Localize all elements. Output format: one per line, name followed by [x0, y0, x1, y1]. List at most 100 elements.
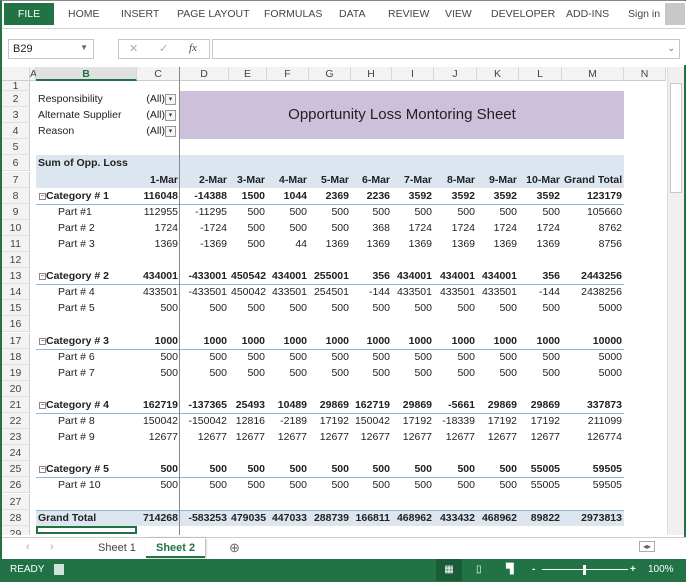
column-header-l[interactable]: L	[519, 67, 562, 81]
pivot-value-cell[interactable]: 1369	[309, 236, 351, 252]
pivot-value-cell[interactable]: 211099	[562, 413, 624, 429]
row-header-9[interactable]: 9	[2, 203, 30, 220]
filter-value[interactable]: (All)	[137, 107, 167, 123]
pivot-value-cell[interactable]: 500	[434, 349, 477, 365]
pivot-value-cell[interactable]: 500	[392, 349, 434, 365]
pivot-value-cell[interactable]: 2369	[309, 188, 351, 204]
column-header-i[interactable]: I	[392, 67, 434, 81]
pivot-value-cell[interactable]: 1000	[267, 333, 309, 349]
zoom-slider-handle[interactable]	[583, 565, 586, 575]
column-header-e[interactable]: E	[229, 67, 267, 81]
pivot-value-cell[interactable]: 12677	[351, 429, 392, 445]
collapse-icon[interactable]: −	[39, 337, 46, 345]
pivot-column-header[interactable]: 9-Mar	[477, 172, 519, 188]
pivot-value-cell[interactable]: 1369	[392, 236, 434, 252]
pivot-value-cell[interactable]: 255001	[309, 268, 351, 284]
row-header-10[interactable]: 10	[2, 219, 30, 236]
pivot-column-header[interactable]: 10-Mar	[519, 172, 562, 188]
filter-dropdown-button[interactable]: ▾	[165, 109, 176, 121]
filter-value[interactable]: (All)	[137, 123, 167, 139]
pivot-value-cell[interactable]: 29869	[309, 397, 351, 413]
pivot-value-cell[interactable]: 1369	[477, 236, 519, 252]
pivot-value-cell[interactable]: 500	[137, 349, 180, 365]
pivot-value-cell[interactable]: 29869	[519, 397, 562, 413]
normal-view-icon[interactable]: ▦	[436, 559, 462, 581]
pivot-value-cell[interactable]: 3592	[477, 188, 519, 204]
pivot-value-cell[interactable]: 500	[519, 349, 562, 365]
pivot-value-cell[interactable]: 337873	[562, 397, 624, 413]
pivot-value-cell[interactable]: 500	[351, 461, 392, 477]
pivot-value-cell[interactable]: 500	[229, 220, 267, 236]
pivot-value-cell[interactable]: 123179	[562, 188, 624, 204]
pivot-column-header[interactable]: 6-Mar	[351, 172, 392, 188]
name-box[interactable]: B29 ▼	[8, 39, 94, 59]
tab-home[interactable]: HOME	[68, 8, 100, 20]
pivot-value-cell[interactable]: 3592	[519, 188, 562, 204]
pivot-value-cell[interactable]: 433501	[434, 284, 477, 300]
row-header-28[interactable]: 28	[2, 509, 30, 526]
pivot-value-cell[interactable]: 1000	[392, 333, 434, 349]
pivot-value-cell[interactable]: 1000	[519, 333, 562, 349]
pivot-value-cell[interactable]: 126774	[562, 429, 624, 445]
tab-formulas[interactable]: FORMULAS	[264, 8, 322, 20]
tab-data[interactable]: DATA	[339, 8, 365, 20]
row-label-part[interactable]: Part # 7	[36, 365, 137, 381]
row-label-part[interactable]: Part #1	[36, 204, 137, 220]
row-label-category[interactable]: Category # 5	[36, 461, 137, 477]
row-label-category[interactable]: Category # 2	[36, 268, 137, 284]
pivot-value-cell[interactable]: 500	[229, 300, 267, 316]
chevron-down-icon[interactable]: ▼	[80, 43, 88, 52]
pivot-value-cell[interactable]: 150042	[351, 413, 392, 429]
pivot-value-cell[interactable]: 17192	[519, 413, 562, 429]
pivot-value-cell[interactable]: 433501	[267, 284, 309, 300]
tab-developer[interactable]: DEVELOPER	[491, 8, 555, 20]
pivot-value-cell[interactable]: 447033	[267, 510, 309, 526]
pivot-value-cell[interactable]: 12816	[229, 413, 267, 429]
pivot-value-cell[interactable]: 25493	[229, 397, 267, 413]
pivot-column-header[interactable]: Grand Total	[562, 172, 624, 188]
pivot-value-cell[interactable]: 500	[309, 365, 351, 381]
pivot-value-cell[interactable]: 1000	[137, 333, 180, 349]
function-icon[interactable]: fx	[189, 42, 197, 54]
row-header-24[interactable]: 24	[2, 445, 30, 462]
pivot-value-cell[interactable]: 433501	[137, 284, 180, 300]
column-header-b[interactable]: B	[36, 67, 137, 81]
row-header-1[interactable]: 1	[2, 81, 30, 91]
tab-view[interactable]: VIEW	[445, 8, 472, 20]
pivot-value-cell[interactable]: 17192	[477, 413, 519, 429]
pivot-value-cell[interactable]: -14388	[180, 188, 229, 204]
add-sheet-icon[interactable]: ⊕	[229, 540, 240, 556]
pivot-value-cell[interactable]: 500	[309, 477, 351, 493]
pivot-value-cell[interactable]: 5000	[562, 300, 624, 316]
pivot-value-cell[interactable]: 500	[434, 461, 477, 477]
pivot-value-cell[interactable]: -137365	[180, 397, 229, 413]
pivot-value-cell[interactable]: 500	[392, 461, 434, 477]
pivot-value-cell[interactable]: 12677	[519, 429, 562, 445]
collapse-icon[interactable]: −	[39, 401, 46, 409]
pivot-value-cell[interactable]: 714268	[137, 510, 180, 526]
pivot-value-cell[interactable]: 1369	[137, 236, 180, 252]
sheet-tab-2[interactable]: Sheet 2	[146, 538, 206, 558]
pivot-value-cell[interactable]: 500	[477, 204, 519, 220]
pivot-value-cell[interactable]: 1000	[351, 333, 392, 349]
pivot-value-cell[interactable]: 288739	[309, 510, 351, 526]
pivot-value-cell[interactable]: 8762	[562, 220, 624, 236]
pivot-value-cell[interactable]: 5000	[562, 365, 624, 381]
pivot-value-cell[interactable]: 500	[309, 220, 351, 236]
pivot-column-header[interactable]: 7-Mar	[392, 172, 434, 188]
pivot-value-cell[interactable]: 433432	[434, 510, 477, 526]
pivot-value-cell[interactable]: 500	[137, 365, 180, 381]
collapse-icon[interactable]: −	[39, 273, 46, 281]
page-break-view-icon[interactable]: ▜	[506, 559, 514, 581]
pivot-value-cell[interactable]: 356	[351, 268, 392, 284]
pivot-value-cell[interactable]: 500	[309, 300, 351, 316]
row-header-7[interactable]: 7	[2, 171, 30, 188]
pivot-value-cell[interactable]: -150042	[180, 413, 229, 429]
pivot-value-cell[interactable]: 1044	[267, 188, 309, 204]
pivot-value-cell[interactable]: 500	[267, 300, 309, 316]
row-label-category[interactable]: Category # 1	[36, 188, 137, 204]
pivot-value-cell[interactable]: -433001	[180, 268, 229, 284]
pivot-value-cell[interactable]: 500	[351, 300, 392, 316]
row-header-20[interactable]: 20	[2, 380, 30, 397]
pivot-value-cell[interactable]: 59505	[562, 477, 624, 493]
